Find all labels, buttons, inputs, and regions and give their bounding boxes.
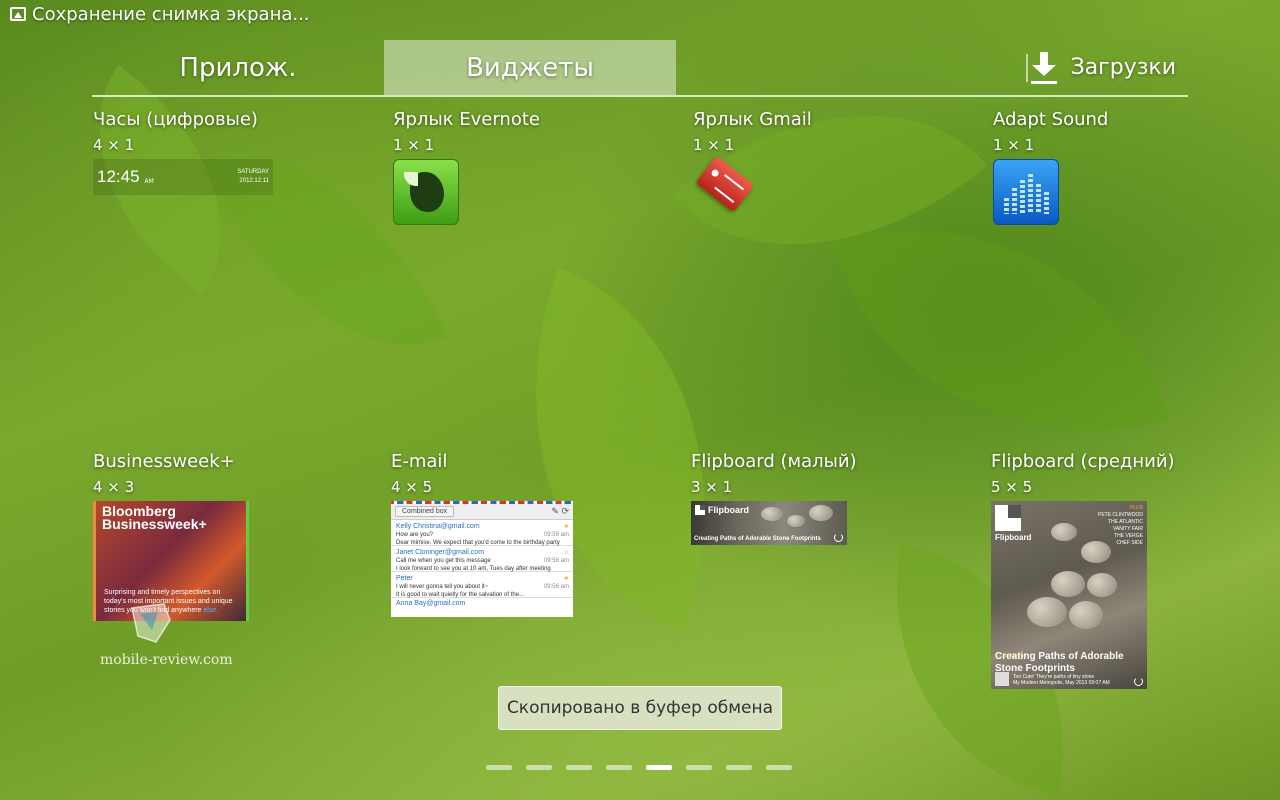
widget-gmail-shortcut[interactable]: Ярлык Gmail 1 × 1 bbox=[693, 109, 973, 225]
widget-flipboard-medium[interactable]: Flipboard (средний) 5 × 5 Flipboard PLUS… bbox=[991, 451, 1271, 689]
widget-name: Ярлык Evernote bbox=[393, 109, 540, 130]
widget-name: E-mail bbox=[391, 451, 448, 472]
flipboard-small-preview: Flipboard Creating Paths of Adorable Sto… bbox=[691, 501, 847, 545]
clock-date: SATURDAY 2012.12.11 bbox=[237, 168, 269, 186]
star-icon: ★ bbox=[563, 576, 569, 582]
tab-bar: Прилож. Виджеты Загрузки bbox=[92, 40, 1188, 97]
evernote-icon bbox=[393, 159, 459, 225]
email-list-item: Janet Cloninger@gmail.com Call me when y… bbox=[391, 546, 573, 572]
flipboard-logo: Flipboard bbox=[995, 505, 1031, 542]
download-icon bbox=[1030, 51, 1057, 84]
flipboard-subtitle: Too Cute! They're paths of tiny stone My… bbox=[1013, 674, 1110, 686]
email-list-item: Peter I will never gonna tell you about … bbox=[391, 572, 573, 598]
flipboard-title: Creating Paths of Adorable Stone Footpri… bbox=[995, 651, 1124, 674]
email-preview: Combined box ✎ ⟳ Kelly Christina@gmail.c… bbox=[391, 501, 573, 617]
page-dot[interactable] bbox=[726, 765, 752, 770]
email-header: Combined box ✎ ⟳ bbox=[391, 504, 573, 520]
watermark-text: mobile-review.com bbox=[100, 652, 233, 668]
clock-time: 12:45 bbox=[97, 167, 140, 186]
widget-name: Flipboard (средний) bbox=[991, 451, 1175, 472]
flipboard-source-avatar bbox=[995, 672, 1009, 686]
widget-email[interactable]: E-mail 4 × 5 Combined box ✎ ⟳ Kelly Chri… bbox=[391, 451, 671, 617]
email-list-item: Kelly Christina@gmail.com How are you? D… bbox=[391, 520, 573, 546]
widget-businessweek[interactable]: Businessweek+ 4 × 3 Bloomberg Businesswe… bbox=[93, 451, 373, 621]
compose-refresh-icon: ✎ ⟳ bbox=[551, 506, 569, 516]
businessweek-logo: Bloomberg Businessweek+ bbox=[102, 503, 207, 532]
page-dot[interactable] bbox=[486, 765, 512, 770]
email-list-item: Anna Bay@gmail.com bbox=[396, 600, 466, 607]
widget-size: 3 × 1 bbox=[691, 478, 733, 496]
flipboard-publications: PLUS PETE CLINTWOOD THE ATLANTIC VANITY … bbox=[1097, 505, 1143, 546]
page-dot[interactable] bbox=[566, 765, 592, 770]
widget-size: 4 × 1 bbox=[93, 136, 135, 154]
page-dot[interactable] bbox=[606, 765, 632, 770]
toast-message: Скопировано в буфер обмена bbox=[498, 686, 782, 730]
tab-widgets[interactable]: Виджеты bbox=[384, 40, 676, 95]
widget-size: 4 × 3 bbox=[93, 478, 135, 496]
widget-size: 4 × 5 bbox=[391, 478, 433, 496]
widget-adapt-sound[interactable]: Adapt Sound 1 × 1 bbox=[993, 109, 1273, 225]
tab-downloads[interactable]: Загрузки bbox=[1028, 40, 1188, 95]
flipboard-medium-preview: Flipboard PLUS PETE CLINTWOOD THE ATLANT… bbox=[991, 501, 1147, 689]
clock-date-value: 2012.12.11 bbox=[239, 178, 269, 184]
star-icon: ☆ bbox=[563, 550, 569, 556]
tab-downloads-label: Загрузки bbox=[1070, 55, 1176, 80]
widget-flipboard-small[interactable]: Flipboard (малый) 3 × 1 Flipboard Creati… bbox=[691, 451, 971, 545]
tab-apps[interactable]: Прилож. bbox=[92, 40, 384, 95]
widget-clock-digital[interactable]: Часы (цифровые) 4 × 1 12:45 AM SATURDAY … bbox=[93, 109, 373, 195]
clock-day: SATURDAY bbox=[237, 169, 269, 175]
widget-name: Adapt Sound bbox=[993, 109, 1109, 130]
clock-preview: 12:45 AM SATURDAY 2012.12.11 bbox=[93, 159, 273, 195]
widget-name: Businessweek+ bbox=[93, 451, 235, 472]
page-dot[interactable] bbox=[526, 765, 552, 770]
refresh-icon bbox=[834, 533, 843, 542]
page-dot[interactable] bbox=[686, 765, 712, 770]
adapt-sound-icon bbox=[993, 159, 1059, 225]
widget-name: Часы (цифровые) bbox=[93, 109, 258, 130]
status-bar: Сохранение снимка экрана... bbox=[0, 0, 1280, 28]
watermark-logo bbox=[131, 603, 171, 643]
page-dot[interactable] bbox=[766, 765, 792, 770]
email-box-label: Combined box bbox=[395, 506, 455, 517]
screenshot-icon bbox=[10, 7, 26, 21]
page-dot-active[interactable] bbox=[646, 765, 672, 770]
status-notification-text: Сохранение снимка экрана... bbox=[32, 3, 310, 25]
flipboard-logo: Flipboard bbox=[695, 505, 749, 515]
widget-name: Ярлык Gmail bbox=[693, 109, 812, 130]
star-icon: ★ bbox=[563, 524, 569, 530]
widget-size: 5 × 5 bbox=[991, 478, 1033, 496]
flipboard-caption: Creating Paths of Adorable Stone Footpri… bbox=[694, 536, 821, 542]
refresh-icon bbox=[1134, 677, 1143, 686]
widget-size: 1 × 1 bbox=[393, 136, 435, 154]
gmail-icon bbox=[693, 155, 759, 225]
clock-ampm: AM bbox=[144, 177, 154, 185]
widget-size: 1 × 1 bbox=[693, 136, 735, 154]
page-indicator bbox=[486, 765, 792, 770]
widget-evernote-shortcut[interactable]: Ярлык Evernote 1 × 1 bbox=[393, 109, 673, 225]
widget-name: Flipboard (малый) bbox=[691, 451, 857, 472]
widget-size: 1 × 1 bbox=[993, 136, 1035, 154]
